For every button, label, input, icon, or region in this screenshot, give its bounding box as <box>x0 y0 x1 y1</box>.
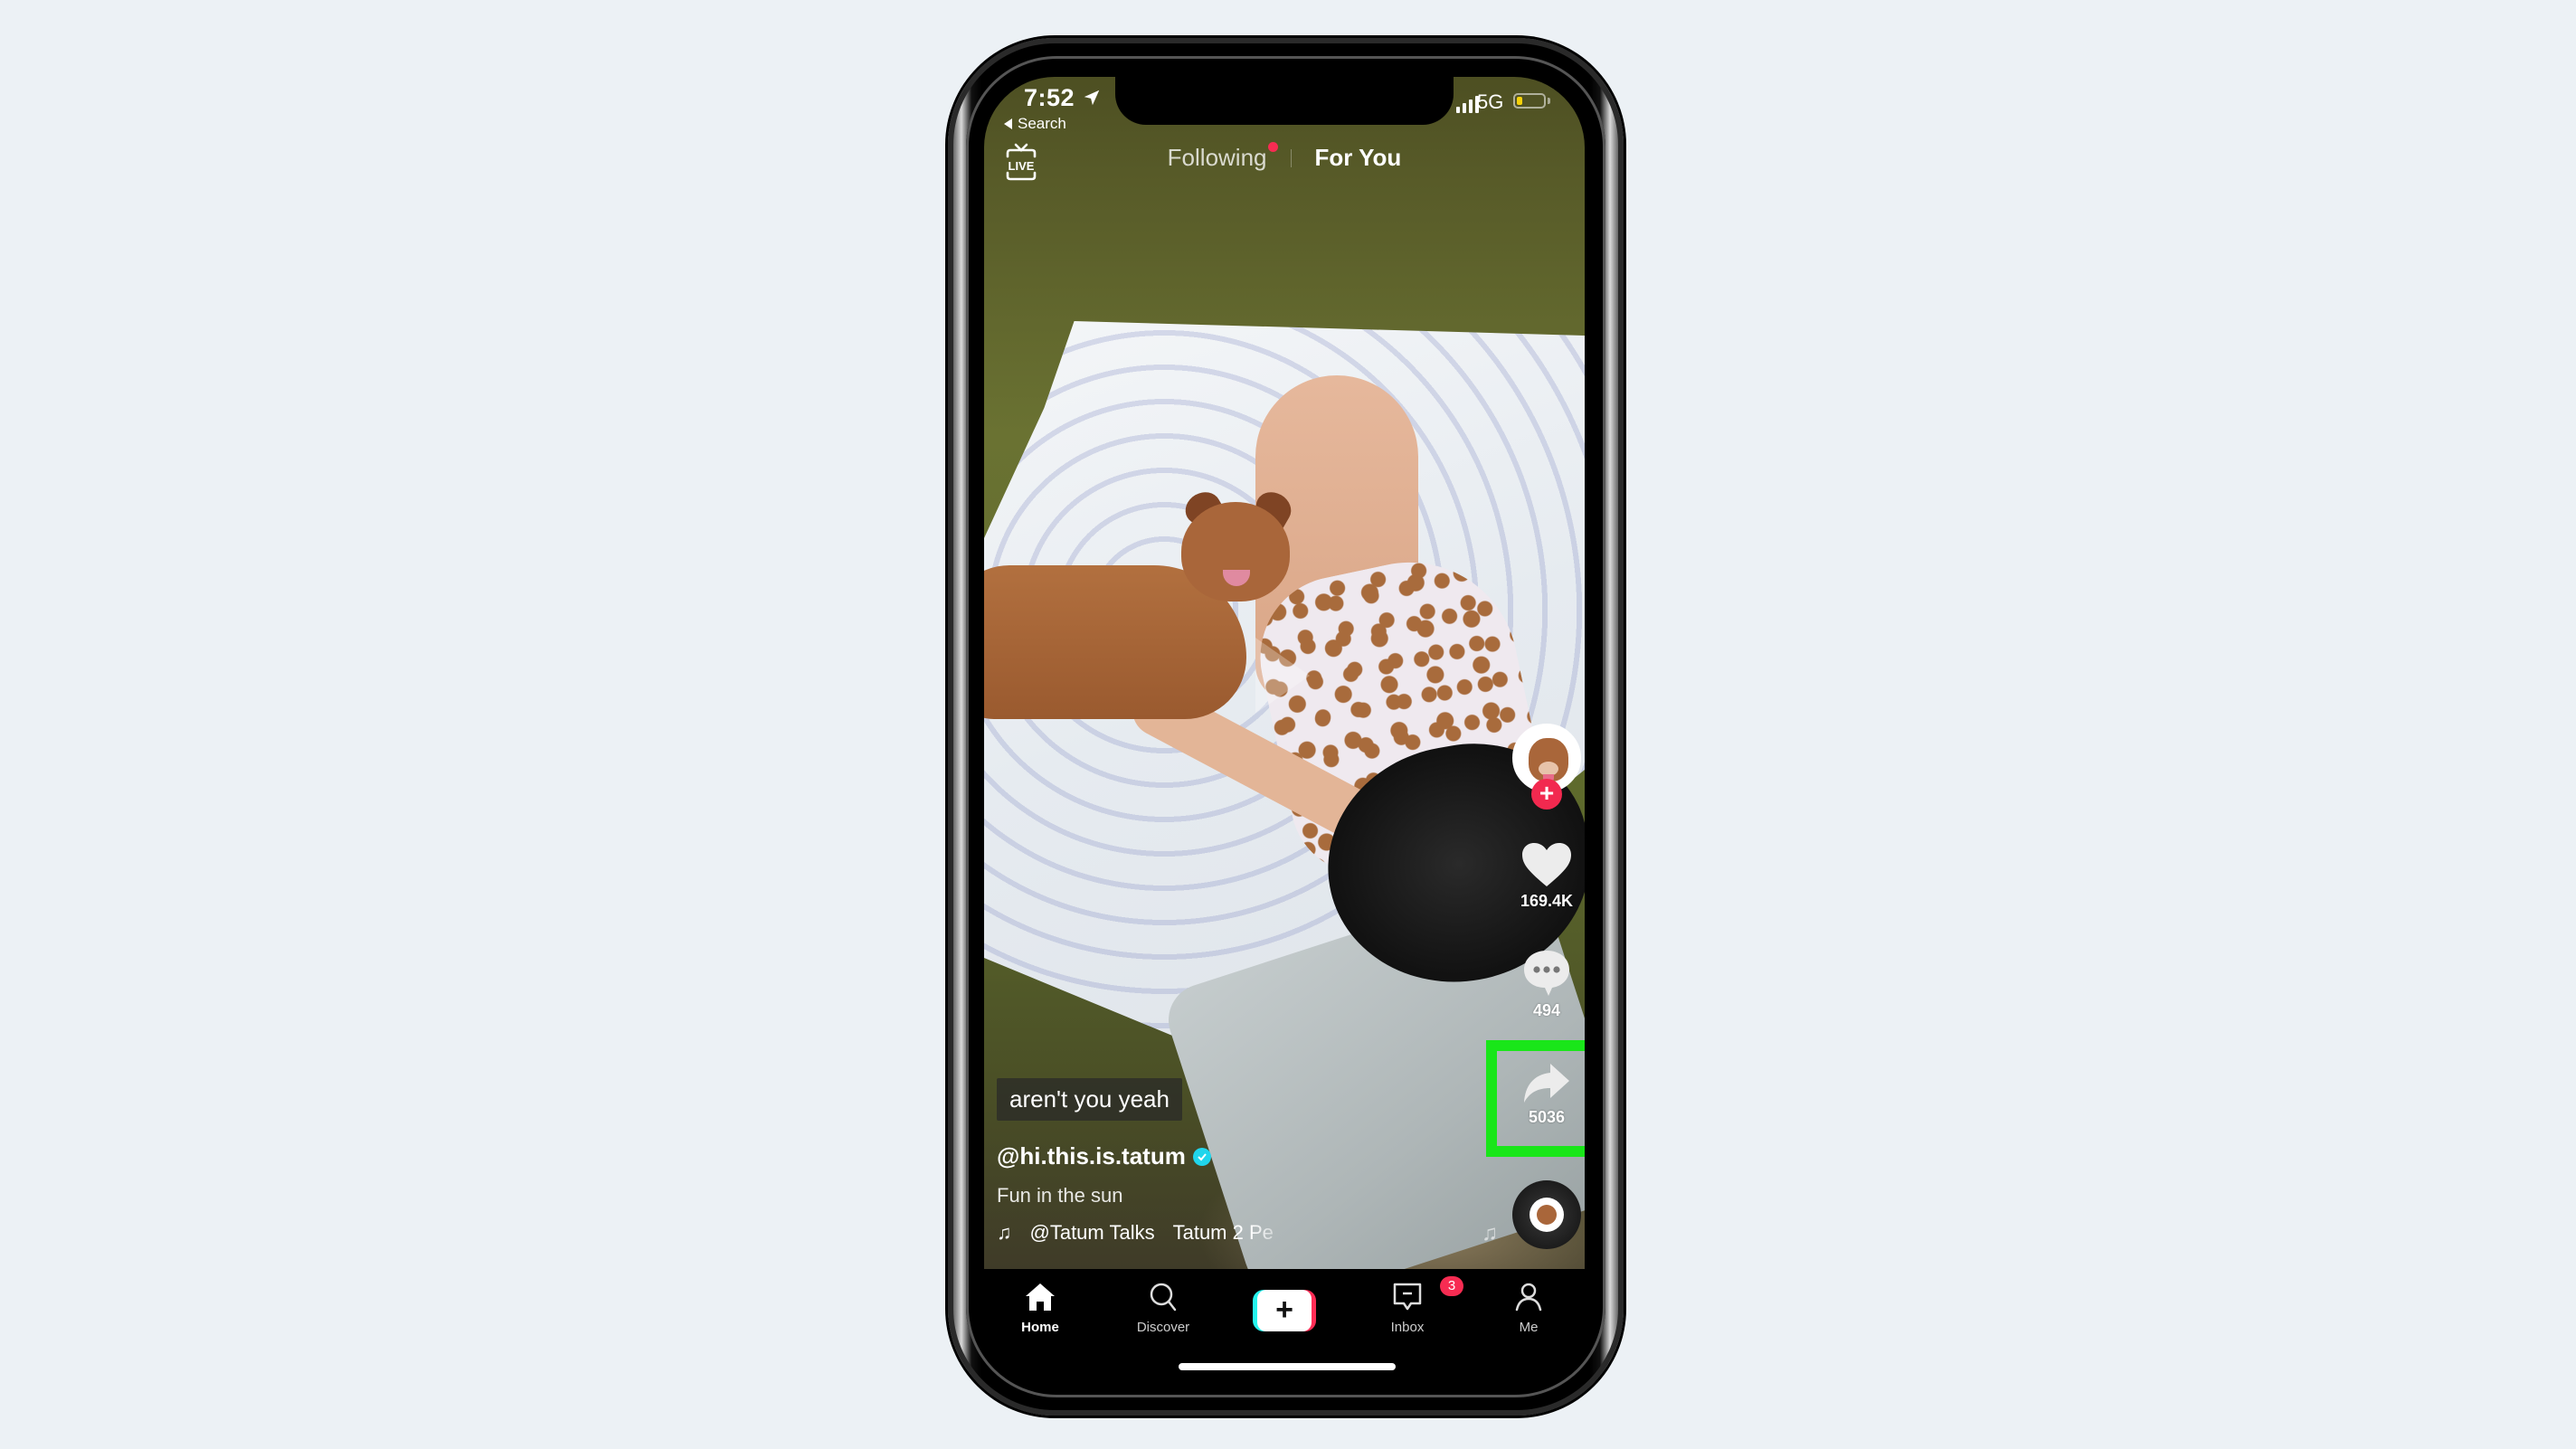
video-scene-dog-head <box>1181 502 1290 601</box>
create-plus-icon: + <box>1257 1290 1312 1331</box>
location-arrow-icon <box>1084 90 1100 106</box>
music-disc-button[interactable] <box>1512 1180 1581 1249</box>
back-triangle-icon <box>1004 118 1012 129</box>
tab-following-label: Following <box>1167 144 1267 171</box>
like-count: 169.4K <box>1520 892 1574 910</box>
nav-inbox-label: Inbox <box>1390 1320 1425 1335</box>
tab-for-you[interactable]: For You <box>1315 144 1402 172</box>
like-button[interactable]: 169.4K <box>1506 841 1585 911</box>
comment-count: 494 <box>1532 1001 1561 1019</box>
creator-username: @hi.this.is.tatum <box>997 1142 1186 1170</box>
comment-button[interactable]: 494 <box>1506 947 1585 1020</box>
nav-home-label: Home <box>1021 1320 1059 1335</box>
floating-music-note-icon: ♫ <box>1482 1221 1498 1245</box>
nav-me[interactable]: Me <box>1483 1282 1574 1335</box>
phone-screen: 7:52 Search 5G LIVE Following For You + <box>984 77 1585 1384</box>
share-button[interactable]: 5036 <box>1506 1061 1585 1127</box>
inbox-badge: 3 <box>1440 1276 1463 1296</box>
nav-discover-label: Discover <box>1136 1320 1190 1335</box>
profile-icon <box>1515 1283 1542 1312</box>
back-to-search-link[interactable]: Search <box>1004 115 1066 133</box>
home-icon <box>1026 1283 1055 1311</box>
bottom-nav: Home Discover + 3 Inbox Me <box>984 1269 1585 1384</box>
inbox-icon <box>1393 1283 1422 1311</box>
video-description: Fun in the sun <box>997 1184 1123 1207</box>
heart-icon <box>1522 843 1571 886</box>
battery-icon <box>1513 93 1546 109</box>
cellular-signal-icon <box>1456 95 1479 113</box>
nav-me-label: Me <box>1519 1320 1539 1335</box>
nav-inbox[interactable]: 3 Inbox <box>1362 1276 1463 1335</box>
nav-home[interactable]: Home <box>995 1282 1085 1335</box>
notch <box>1115 77 1454 125</box>
sound-link[interactable]: ♫ @Tatum Talks Tatum 2 Pe <box>997 1221 1295 1245</box>
video-text-sticker: aren't you yeah <box>997 1078 1182 1121</box>
tab-following[interactable]: Following <box>1167 142 1278 172</box>
nav-discover[interactable]: Discover <box>1118 1282 1208 1335</box>
share-count: 5036 <box>1528 1108 1566 1126</box>
battery-level <box>1517 97 1522 105</box>
new-content-dot <box>1267 142 1278 152</box>
tab-divider <box>1290 148 1292 167</box>
network-type: 5G <box>1477 90 1504 113</box>
status-time: 7:52 <box>1024 84 1075 111</box>
play-icon[interactable] <box>1255 638 1310 714</box>
feed-tabs: Following For You <box>984 142 1585 172</box>
search-icon <box>1150 1283 1177 1312</box>
comment-icon <box>1524 951 1569 996</box>
home-indicator[interactable] <box>1179 1363 1396 1370</box>
create-video-button[interactable]: + <box>1253 1290 1316 1331</box>
creator-username-link[interactable]: @hi.this.is.tatum <box>997 1142 1211 1170</box>
sound-artist: @Tatum Talks <box>1029 1221 1155 1244</box>
back-to-search-label: Search <box>1018 115 1066 132</box>
music-note-icon: ♫ <box>997 1221 1012 1244</box>
share-arrow-icon <box>1524 1064 1569 1103</box>
music-disc-cover <box>1530 1198 1564 1232</box>
verified-badge-icon <box>1192 1147 1211 1166</box>
sound-title: Tatum 2 Pe <box>1172 1221 1274 1244</box>
follow-button[interactable]: + <box>1531 779 1562 810</box>
battery-nub <box>1548 98 1550 104</box>
